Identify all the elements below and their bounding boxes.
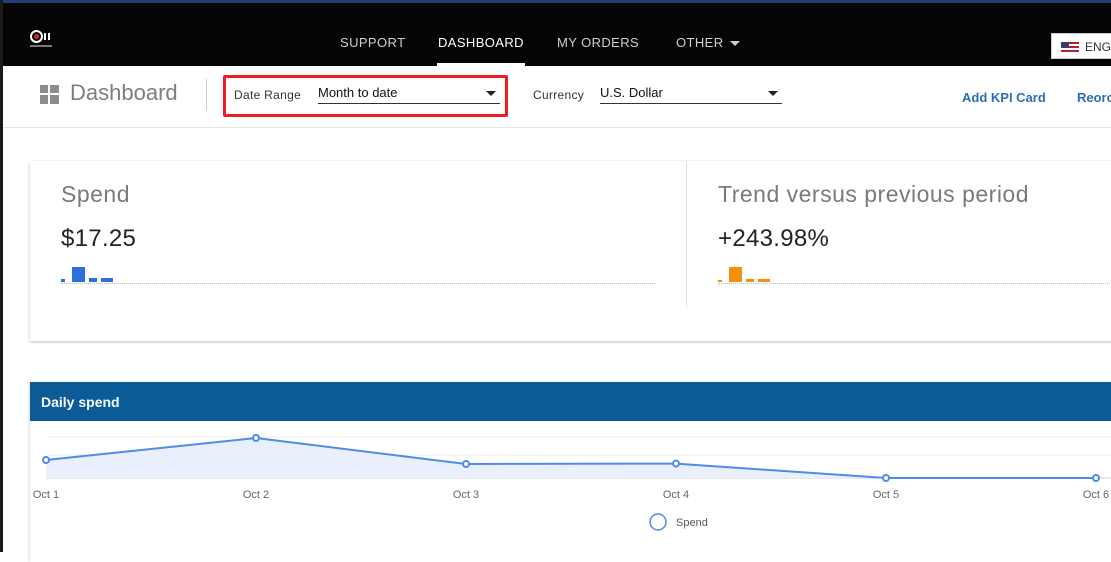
sparkline-bar (746, 279, 754, 282)
x-tick-label: Oct 2 (243, 489, 269, 501)
top-navigation-bar: SUPPORT DASHBOARD MY ORDERS OTHER ENG (0, 0, 1111, 67)
nav-dashboard[interactable]: DASHBOARD (438, 35, 524, 50)
dropdown-arrow-icon (768, 91, 778, 96)
sparkline-bar (61, 279, 65, 282)
nav-my-orders[interactable]: MY ORDERS (557, 35, 639, 50)
sparkline-bar (101, 278, 113, 282)
sparkline-bar (758, 279, 770, 282)
sparkline-bar (89, 278, 97, 282)
currency-select[interactable]: U.S. Dollar (600, 82, 782, 104)
sparkline-bar (72, 267, 85, 282)
data-point-oct-1 (42, 456, 50, 464)
grid-icon (40, 85, 59, 104)
nav-support[interactable]: SUPPORT (340, 35, 405, 50)
window-frame (0, 0, 3, 552)
logo-bar (44, 33, 50, 40)
toolbar-divider (206, 79, 207, 111)
daily-spend-card: Daily spend Oct 1 Oct 2 Oct 3 Oct 4 Oct 5 Oct… (30, 382, 1111, 562)
company-logo[interactable] (30, 30, 52, 47)
kpi-spend-sparkline-baseline (61, 283, 655, 284)
logo-dot (34, 34, 39, 39)
dropdown-arrow-icon (486, 91, 496, 96)
data-point-oct-5 (882, 474, 890, 482)
date-range-select[interactable]: Month to date (318, 82, 500, 104)
kpi-spend-value: $17.25 (61, 225, 137, 252)
kpi-trend-sparkline-baseline (718, 283, 1111, 284)
reorder-button[interactable]: Reorc (1077, 90, 1111, 105)
logo-tagline (30, 45, 52, 47)
nav-other-label: OTHER (676, 35, 724, 50)
sparkline-bar (729, 267, 742, 282)
kpi-trend-value: +243.98% (718, 225, 830, 252)
x-tick-label: Oct 1 (33, 489, 59, 501)
date-range-value: Month to date (318, 85, 398, 100)
daily-spend-chart[interactable]: Oct 1 Oct 2 Oct 3 Oct 4 Oct 5 Oct 6 Spend (30, 382, 1111, 562)
legend-label-spend: Spend (676, 517, 708, 529)
kpi-trend-title: Trend versus previous period (718, 181, 1030, 207)
x-tick-label: Oct 4 (663, 489, 689, 501)
legend-marker-spend (649, 513, 667, 531)
currency-value: U.S. Dollar (600, 85, 663, 100)
date-range-label: Date Range (234, 88, 302, 102)
x-tick-label: Oct 3 (453, 489, 479, 501)
kpi-divider (686, 161, 687, 307)
language-selector[interactable]: ENG (1051, 33, 1111, 59)
nav-other[interactable]: OTHER (676, 35, 740, 50)
chevron-down-icon (729, 41, 740, 47)
data-point-oct-6 (1092, 474, 1100, 482)
sparkline-bar (718, 280, 722, 282)
add-kpi-card-button[interactable]: Add KPI Card (962, 90, 1046, 105)
data-point-oct-2 (252, 434, 260, 442)
kpi-card: Spend $17.25 Trend versus previous perio… (30, 161, 1111, 341)
data-point-oct-4 (672, 459, 680, 468)
data-point-oct-3 (462, 460, 470, 468)
x-tick-label: Oct 5 (873, 489, 899, 501)
language-label: ENG (1085, 40, 1111, 54)
us-flag-icon (1061, 42, 1079, 53)
page-title: Dashboard (70, 80, 178, 105)
kpi-spend-title: Spend (61, 181, 131, 207)
dashboard-toolbar: Dashboard Date Range Month to date Curre… (0, 66, 1111, 128)
x-tick-label: Oct 6 (1083, 489, 1109, 501)
currency-label: Currency (533, 88, 585, 102)
